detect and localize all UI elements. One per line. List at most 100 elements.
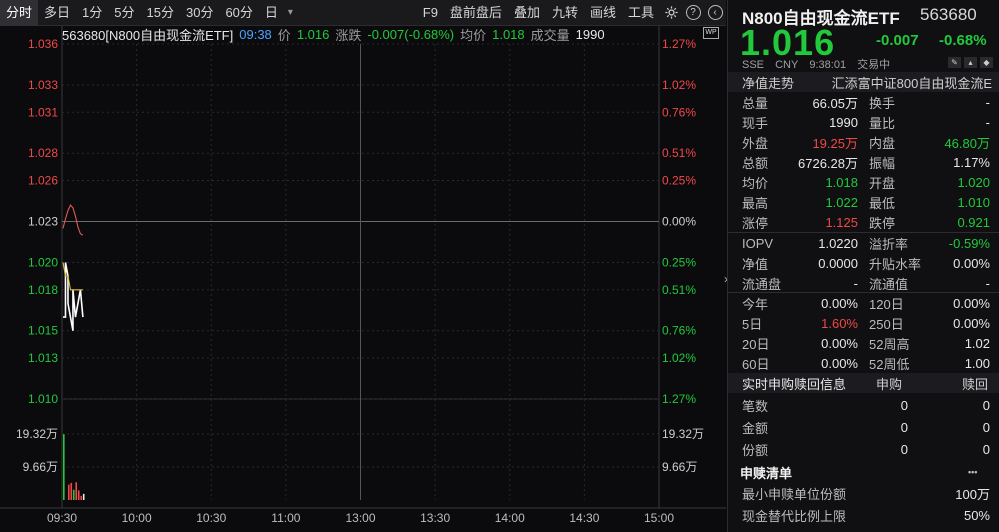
pct-tick-label: 0.76%	[662, 324, 696, 338]
quote-stat-label: 最高	[742, 195, 769, 211]
quote-stat-label: 量比	[869, 115, 896, 131]
nine-turn-button[interactable]: 九转	[546, 0, 584, 26]
time-tick-label: 13:00	[345, 511, 375, 525]
quote-stat-row: 现手 1990 量比 -	[728, 112, 999, 132]
draw-line-button[interactable]: 画线	[584, 0, 622, 26]
pct-tick-label: 1.27%	[662, 392, 696, 406]
chart-toolbar: 分时 多日 1分 5分 15分 30分 60分 日 ▾ F9 盘前盘后 叠加 九…	[0, 0, 726, 26]
basket-list-title: 申赎清单	[740, 465, 793, 481]
basket-row-value: 50%	[963, 507, 990, 523]
etf-stat-value: -0.59%	[948, 235, 990, 251]
return-stat-label: 今年	[742, 296, 769, 312]
nav-trend-label[interactable]: 净值走势	[742, 73, 794, 92]
quote-stat-value: -	[985, 114, 990, 130]
pre-post-market-button[interactable]: 盘前盘后	[444, 0, 508, 26]
creation-redemption-title: 实时申购赎回信息	[742, 376, 847, 392]
volume-bar	[75, 482, 78, 500]
help-icon[interactable]: ?	[682, 0, 704, 26]
time-tick-label: 09:30	[47, 511, 77, 525]
quote-stat-value: 1.018	[825, 174, 858, 190]
pct-tick-label: 0.51%	[662, 283, 696, 297]
tab-intraday[interactable]: 分时	[0, 0, 39, 26]
subscribe-value: 0	[900, 441, 908, 457]
quote-stat-value: -	[985, 94, 990, 110]
return-stat-value: 1.00	[964, 355, 990, 371]
price-label: 价	[277, 27, 291, 43]
creation-redemption-row: 份额 0 0	[728, 439, 999, 459]
etf-stat-value: 0.0000	[818, 255, 858, 271]
tab-60min[interactable]: 60分	[219, 0, 258, 26]
creation-redemption-header: 实时申购赎回信息 申购 赎回	[728, 373, 999, 393]
quote-stat-value: 46.80万	[944, 135, 990, 151]
basket-row-value: 100万	[955, 486, 990, 502]
price-tick-label: 1.028	[28, 146, 58, 160]
volume-tick-label: 9.66万	[23, 460, 58, 474]
price-tick-label: 1.023	[28, 215, 58, 229]
etf-stat-row: IOPV 1.0220 溢折率 -0.59%	[728, 233, 999, 253]
price-tick-label: 1.033	[28, 78, 58, 92]
price-tick-label: 1.013	[28, 351, 58, 365]
tab-daily[interactable]: 日	[259, 0, 284, 26]
volume-bar	[70, 482, 73, 500]
etf-stat-value: 1.0220	[818, 235, 858, 251]
quote-stat-value: 0.921	[957, 214, 990, 230]
volume-bar	[82, 493, 85, 500]
collapse-icon[interactable]: ‹	[704, 0, 726, 26]
share-icon[interactable]: ◆	[980, 57, 993, 68]
f9-button[interactable]: F9	[417, 0, 444, 26]
tab-multi-day[interactable]: 多日	[38, 0, 76, 26]
wp-badge[interactable]: WP	[703, 27, 719, 39]
quote-stat-row: 涨停 1.125 跌停 0.921	[728, 212, 999, 232]
price-change-pct: -0.68%	[939, 32, 987, 49]
quote-stat-row: 均价 1.018 开盘 1.020	[728, 172, 999, 192]
pct-tick-label: 1.02%	[662, 78, 696, 92]
etf-stat-label: 升贴水率	[869, 256, 922, 272]
period-dropdown-icon[interactable]: ▾	[284, 0, 297, 26]
quote-stat-value: 1.010	[957, 194, 990, 210]
etf-stat-label: 溢折率	[869, 236, 909, 252]
volume-tick-label-right: 19.32万	[662, 427, 704, 441]
security-code-name: 563680[N800自由现金流ETF]	[62, 27, 234, 43]
quote-stat-label: 总量	[742, 95, 769, 111]
volume-value: 1990	[575, 26, 605, 42]
subscribe-column-header: 申购	[876, 376, 903, 392]
etf-stat-row: 净值 0.0000 升贴水率 0.00%	[728, 253, 999, 273]
redeem-value: 0	[982, 441, 990, 457]
tab-5min[interactable]: 5分	[108, 0, 140, 26]
series-line-price	[63, 262, 84, 331]
change-label: 涨跌	[335, 27, 362, 43]
volume-bar	[80, 495, 83, 500]
creation-redemption-row: 金额 0 0	[728, 417, 999, 437]
settings-gear-icon[interactable]	[660, 0, 682, 26]
quote-stat-row: 最高 1.022 最低 1.010	[728, 192, 999, 212]
price-tick-label: 1.018	[28, 283, 58, 297]
quote-info-line: 563680[N800自由现金流ETF] 09:38 价 1.016 涨跌 -0…	[62, 26, 611, 43]
change-value: -0.007(-0.68%)	[367, 26, 455, 42]
pct-tick-label: 0.25%	[662, 255, 696, 269]
quote-stat-label: 外盘	[742, 135, 769, 151]
creation-row-label: 金额	[742, 420, 769, 436]
basket-row-label: 现金替代比例上限	[742, 508, 847, 524]
quote-panel: N800自由现金流ETF 563680 1.016 -0.007 -0.68% …	[727, 0, 999, 532]
return-stat-label: 52周低	[869, 356, 910, 372]
tab-1min[interactable]: 1分	[76, 0, 108, 26]
tools-button[interactable]: 工具	[622, 0, 660, 26]
more-options-icon[interactable]: •••	[968, 467, 977, 477]
overlay-button[interactable]: 叠加	[508, 0, 546, 26]
price-tick-label: 1.015	[28, 324, 58, 338]
price-tick-label: 1.036	[28, 37, 58, 51]
basket-list-header: 申赎清单 •••	[728, 462, 999, 482]
edit-icon[interactable]: ✎	[948, 57, 961, 68]
tab-30min[interactable]: 30分	[180, 0, 219, 26]
nav-header[interactable]: 净值走势 汇添富中证800自由现金流E	[728, 72, 999, 92]
fund-full-name: 汇添富中证800自由现金流E	[831, 75, 992, 91]
alert-bell-icon[interactable]: ▴	[964, 57, 977, 68]
return-stat-value: 0.00%	[953, 315, 990, 331]
time-tick-label: 15:00	[644, 511, 674, 525]
etf-stat-label: 流通盘	[742, 276, 782, 292]
tab-15min[interactable]: 15分	[141, 0, 180, 26]
return-stat-value: 1.60%	[821, 315, 858, 331]
quote-stat-value: 66.05万	[812, 95, 858, 111]
etf-stat-label: 流通值	[869, 276, 909, 292]
intraday-chart[interactable]: 1.036 1.27% 1.033 1.02% 1.031 0.76% 1.028 0.51%…	[0, 26, 726, 532]
